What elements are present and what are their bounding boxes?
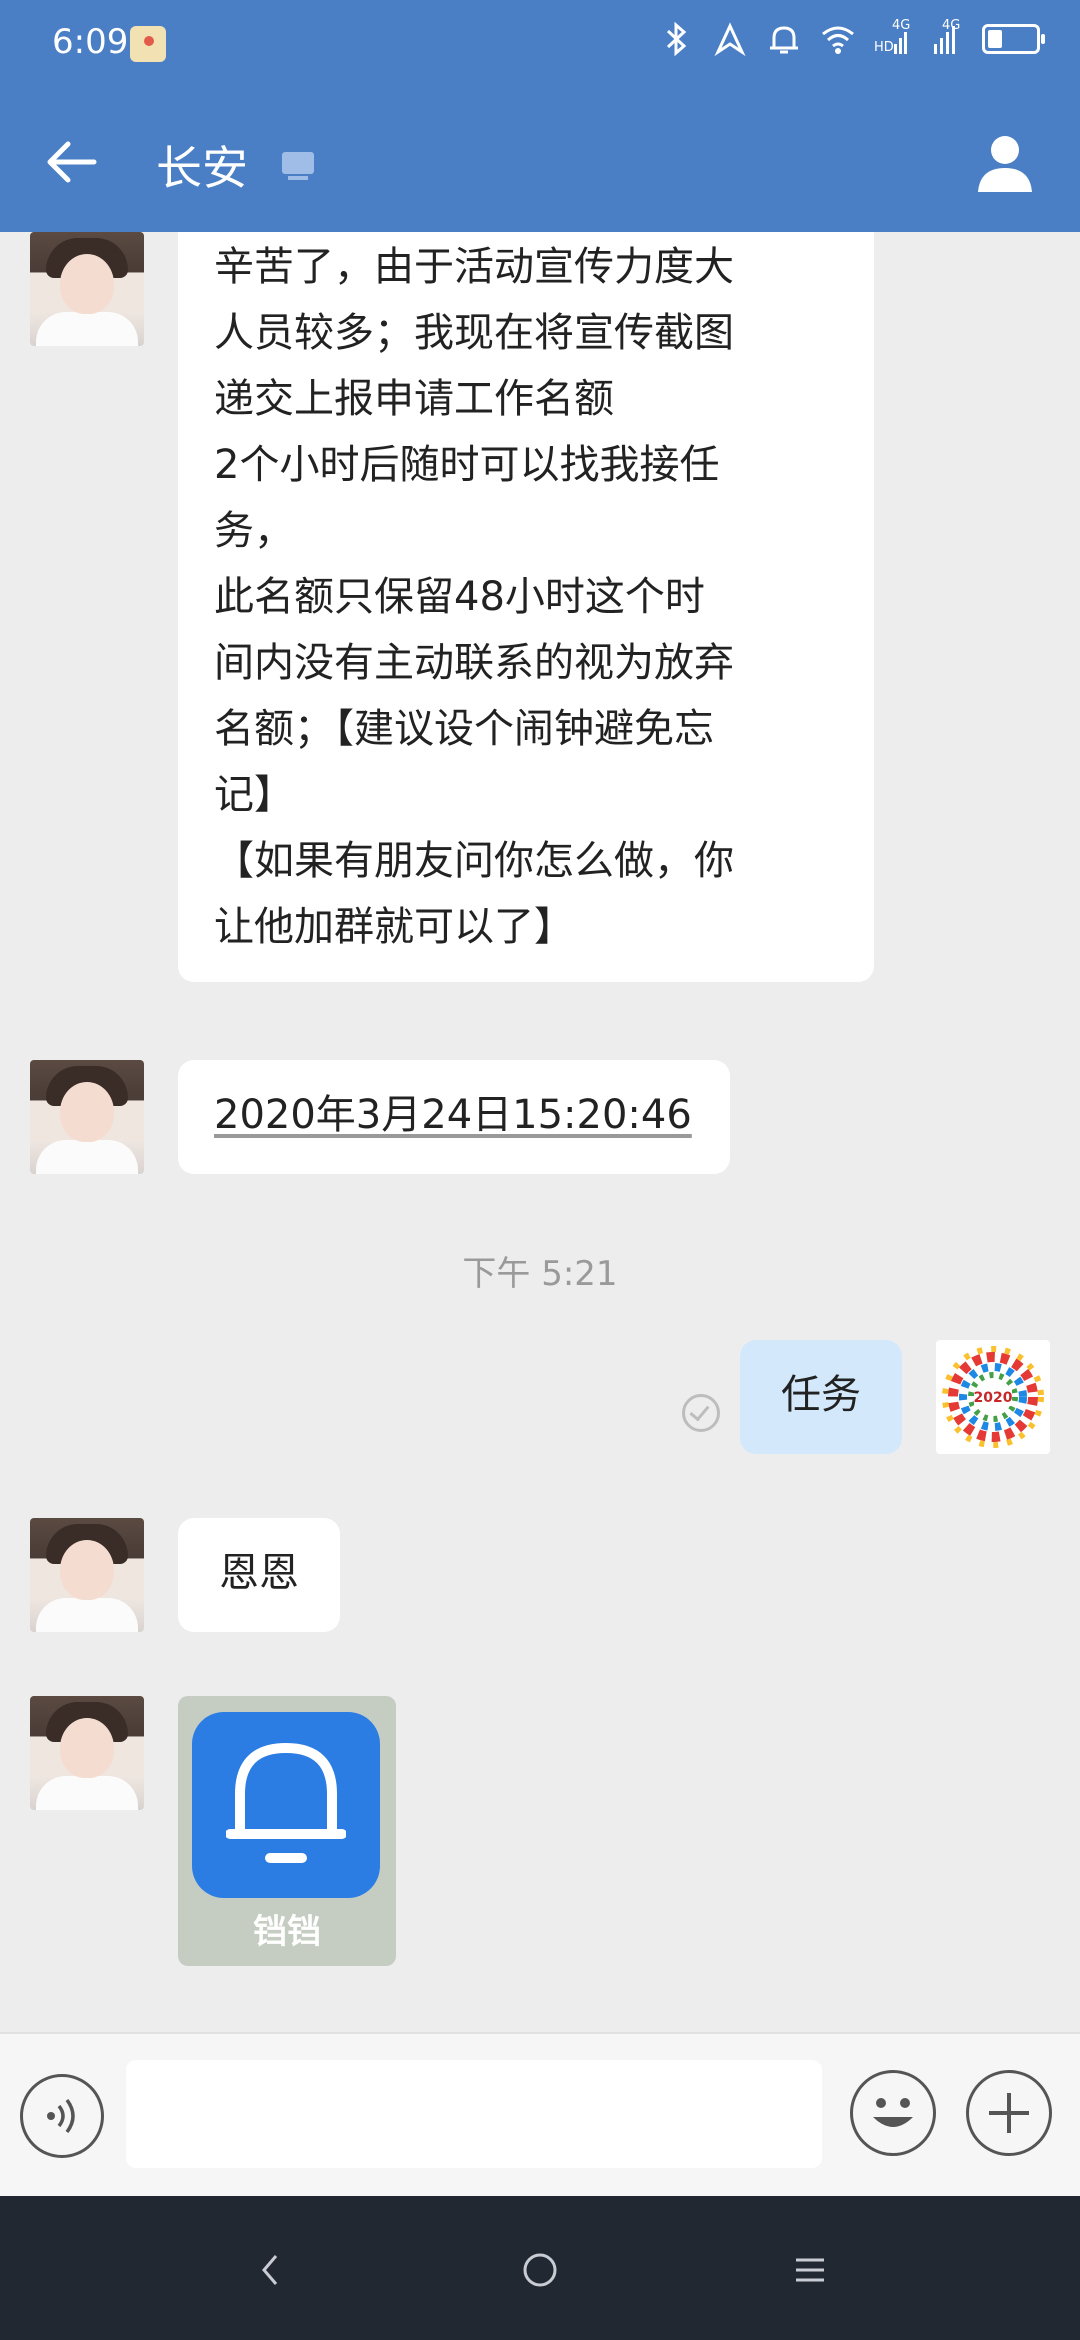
message-line: 此名额只保留48小时这个时: [214, 574, 705, 620]
message-input[interactable]: [126, 2060, 822, 2168]
status-bar: 6:09 HD 4G 4G: [0, 0, 1080, 92]
signal-hd-label: HD: [874, 40, 894, 55]
voice-icon[interactable]: [20, 2074, 104, 2158]
message-bubble[interactable]: 2020年3月24日15:20:46: [178, 1060, 730, 1174]
app-card-message[interactable]: 铛铛: [178, 1696, 396, 1966]
message-line: 记】: [214, 772, 294, 818]
message-line: 递交上报申请工作名额: [214, 376, 614, 422]
top-bar: 6:09 HD 4G 4G 长安: [0, 0, 1080, 232]
message-bubble[interactable]: 辛苦了，由于活动宣传力度大 人员较多；我现在将宣传截图 递交上报申请工作名额 2…: [178, 232, 874, 982]
battery-icon: [982, 24, 1045, 54]
message-line: 让他加群就可以了】: [214, 904, 574, 950]
message-line: 间内没有主动联系的视为放弃: [214, 640, 734, 686]
bluetooth-icon: [658, 21, 694, 57]
plus-icon[interactable]: [966, 2070, 1052, 2156]
notification-app-icon: [130, 26, 166, 62]
chat-header: 长安: [0, 92, 1080, 232]
message-line: 2个小时后随时可以找我接任: [214, 442, 720, 488]
signal-4g-label: 4G: [942, 18, 961, 33]
chat-title: 长安: [156, 141, 248, 195]
alarm-icon: [766, 22, 802, 56]
system-nav-bar: [0, 2196, 1080, 2340]
status-time: 6:09: [52, 22, 129, 62]
back-nav-icon[interactable]: [240, 2240, 300, 2300]
signal-icon: HD 4G: [874, 18, 910, 56]
avatar[interactable]: [30, 232, 144, 346]
time-divider: 下午 5:21: [462, 1254, 618, 1294]
wifi-icon: [820, 22, 856, 56]
my-avatar-label: 2020: [974, 1390, 1013, 1406]
message-bubble[interactable]: 恩恩: [178, 1518, 340, 1632]
location-icon: [712, 22, 748, 57]
datetime-link[interactable]: 2020年3月24日15:20:46: [214, 1092, 692, 1138]
menu-nav-icon[interactable]: [780, 2240, 840, 2300]
status-icons: HD 4G 4G: [658, 18, 1045, 57]
user-profile-icon[interactable]: [970, 128, 1040, 198]
computer-icon: [278, 148, 318, 184]
message-line: 人员较多；我现在将宣传截图: [214, 310, 734, 356]
home-nav-icon[interactable]: [510, 2240, 570, 2300]
my-avatar[interactable]: 2020: [936, 1340, 1050, 1454]
chat-area[interactable]: 辛苦了，由于活动宣传力度大 人员较多；我现在将宣传截图 递交上报申请工作名额 2…: [0, 232, 1080, 2032]
message-line: 辛苦了，由于活动宣传力度大: [214, 244, 734, 290]
bell-icon: [192, 1712, 380, 1898]
message-line: 务，: [214, 508, 294, 554]
message-line: 名额；【建议设个闹钟避免忘: [214, 706, 714, 752]
input-bar: [0, 2032, 1080, 2196]
message-bubble-sent[interactable]: 任务: [740, 1340, 902, 1454]
avatar[interactable]: [30, 1696, 144, 1810]
avatar[interactable]: [30, 1518, 144, 1632]
signal-4g-label: 4G: [892, 18, 911, 33]
message-text: 任务: [781, 1372, 861, 1418]
message-text: 恩恩: [219, 1550, 299, 1596]
sent-check-icon: [682, 1394, 720, 1432]
signal-icon: 4G: [928, 18, 964, 56]
message-line: 【如果有朋友问你怎么做，你: [214, 838, 734, 884]
emoji-icon[interactable]: [850, 2070, 936, 2156]
avatar[interactable]: [30, 1060, 144, 1174]
app-name: 铛铛: [253, 1912, 321, 1952]
arrow-left-icon[interactable]: [40, 130, 104, 194]
